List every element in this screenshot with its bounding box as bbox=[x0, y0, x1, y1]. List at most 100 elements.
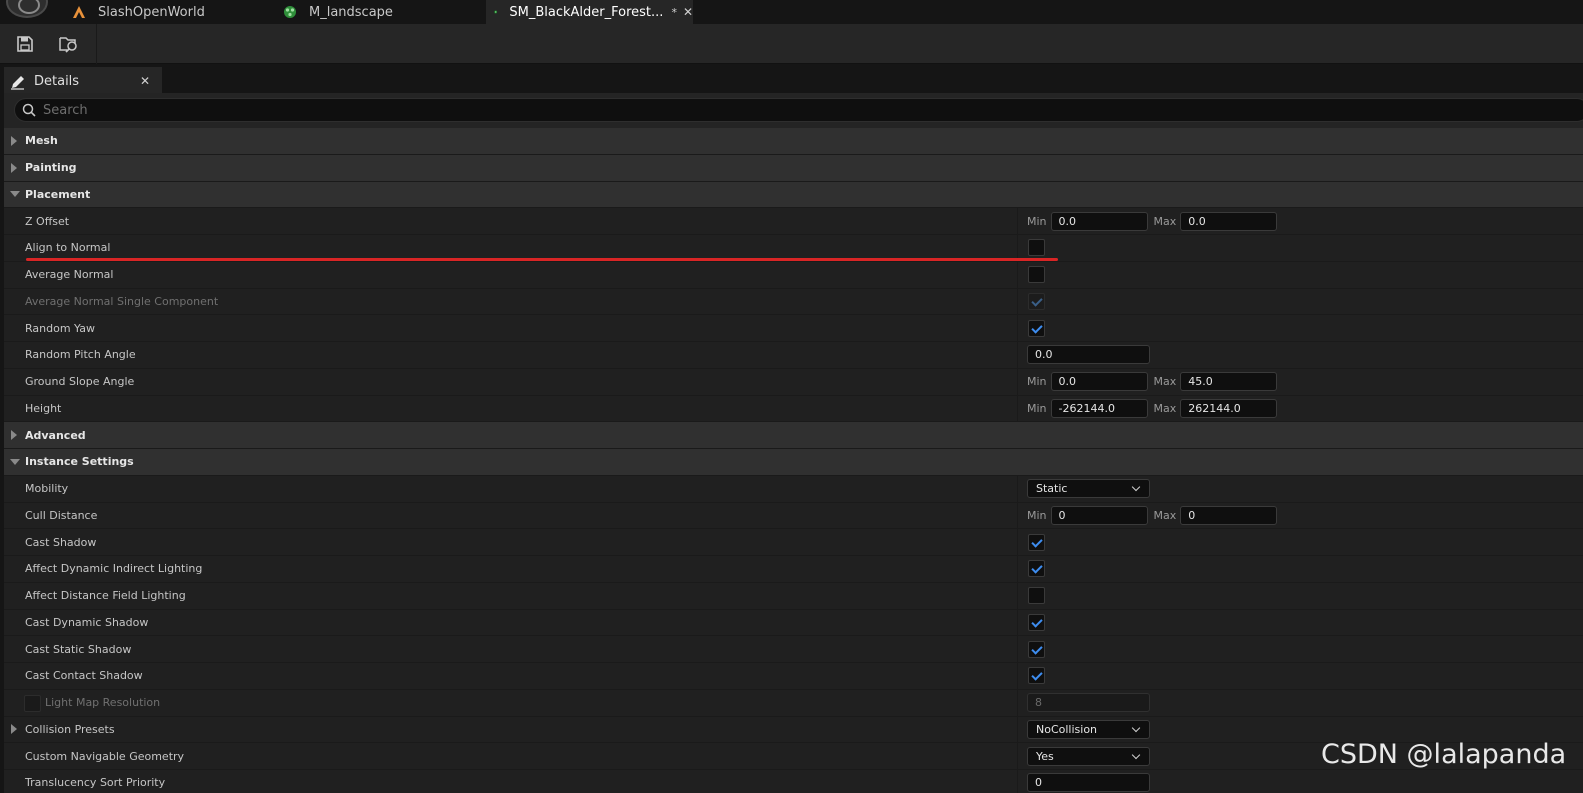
property-value: 8 bbox=[1027, 693, 1150, 713]
property-row-mobility: Mobility Static bbox=[4, 475, 1583, 503]
expand-arrow-right-icon[interactable] bbox=[11, 135, 17, 146]
checkbox[interactable] bbox=[1028, 587, 1045, 605]
value-input[interactable]: 0.0 bbox=[1027, 345, 1150, 365]
expand-arrow-right-icon[interactable] bbox=[11, 724, 17, 735]
save-button[interactable] bbox=[12, 32, 38, 56]
property-value: 0.0 bbox=[1027, 345, 1150, 365]
details-panel: MeshPaintingPlacementZ OffsetMin0.0Max0.… bbox=[4, 93, 1583, 793]
close-panel-icon[interactable]: ✕ bbox=[140, 74, 150, 88]
search-box[interactable] bbox=[14, 98, 1583, 122]
checkbox[interactable] bbox=[1028, 640, 1045, 658]
property-value bbox=[1027, 533, 1045, 551]
max-input[interactable]: 0.0 bbox=[1180, 211, 1278, 231]
min-input[interactable]: 0.0 bbox=[1050, 372, 1148, 392]
checkbox[interactable] bbox=[1028, 266, 1045, 284]
document-tab-bar: SlashOpenWorld M_landscape SM_BlackAlder… bbox=[0, 0, 1583, 24]
checkbox[interactable] bbox=[1028, 667, 1045, 685]
category-advanced[interactable]: Advanced bbox=[4, 422, 1583, 449]
category-painting[interactable]: Painting bbox=[4, 154, 1583, 182]
close-tab-icon[interactable]: ✕ bbox=[683, 5, 693, 19]
chevron-down-icon bbox=[1131, 750, 1141, 759]
material-icon bbox=[284, 6, 296, 18]
column-divider bbox=[1017, 663, 1018, 689]
selected-value: NoCollision bbox=[1036, 722, 1098, 736]
property-value bbox=[1027, 640, 1045, 658]
override-checkbox[interactable] bbox=[24, 694, 41, 712]
checkbox[interactable] bbox=[1028, 560, 1045, 578]
property-label: Mesh bbox=[25, 134, 58, 148]
min-input[interactable]: 0.0 bbox=[1050, 211, 1148, 231]
property-value: Yes bbox=[1027, 746, 1150, 766]
max-input[interactable]: 0 bbox=[1180, 505, 1278, 525]
category-mesh[interactable]: Mesh bbox=[4, 128, 1583, 155]
dropdown-select[interactable]: NoCollision bbox=[1027, 719, 1150, 739]
property-row-cast-contact-shadow: Cast Contact Shadow bbox=[4, 663, 1583, 690]
column-divider bbox=[1017, 288, 1018, 315]
column-divider bbox=[1017, 529, 1018, 555]
column-divider bbox=[1017, 609, 1018, 636]
selected-value: Static bbox=[1036, 482, 1068, 496]
property-row-cull-distance: Cull Distance Min 0 Max 0 bbox=[4, 502, 1583, 530]
property-value bbox=[1027, 560, 1045, 578]
property-label: Advanced bbox=[25, 428, 86, 442]
panel-tab-strip: Details ✕ bbox=[0, 64, 1583, 94]
max-input[interactable]: 262144.0 bbox=[1180, 398, 1278, 418]
property-value: Min 0.0 Max 0.0 bbox=[1027, 211, 1278, 231]
property-value: Min 0.0 Max 45.0 bbox=[1027, 372, 1278, 392]
column-divider bbox=[1017, 582, 1018, 609]
property-row-light-map-resolution: Light Map Resolution 8 bbox=[4, 689, 1583, 717]
tab-sm-blackalder[interactable]: SM_BlackAlder_Forest... * ✕ bbox=[486, 0, 693, 24]
value-input: 8 bbox=[1027, 693, 1150, 713]
tab-slash-open-world[interactable]: SlashOpenWorld bbox=[72, 0, 277, 24]
column-divider bbox=[1017, 770, 1018, 793]
tab-label: SlashOpenWorld bbox=[98, 4, 205, 20]
property-label: Painting bbox=[25, 161, 77, 175]
search-input[interactable] bbox=[43, 102, 1443, 118]
property-row-translucency-sort-priority: Translucency Sort Priority 0 bbox=[4, 770, 1583, 793]
expand-arrow-down-icon[interactable] bbox=[10, 191, 20, 198]
expand-arrow-down-icon[interactable] bbox=[10, 458, 20, 465]
checkbox[interactable] bbox=[1028, 533, 1045, 551]
property-row-average-normal: Average Normal bbox=[4, 261, 1583, 289]
category-placement[interactable]: Placement bbox=[4, 181, 1583, 209]
expand-arrow-right-icon[interactable] bbox=[11, 162, 17, 173]
property-label: Instance Settings bbox=[25, 455, 134, 469]
column-divider bbox=[1017, 342, 1018, 368]
column-divider bbox=[1017, 743, 1018, 769]
column-divider bbox=[1017, 502, 1018, 529]
category-instance-settings[interactable]: Instance Settings bbox=[4, 449, 1583, 476]
tab-m-landscape[interactable]: M_landscape bbox=[283, 0, 485, 24]
checkbox[interactable] bbox=[1028, 613, 1045, 631]
property-row-average-normal-single-component: Average Normal Single Component bbox=[4, 288, 1583, 316]
value-input[interactable]: 0 bbox=[1027, 773, 1150, 793]
min-label: Min bbox=[1027, 401, 1047, 415]
property-label: Random Pitch Angle bbox=[25, 348, 136, 362]
browse-asset-button[interactable] bbox=[56, 32, 82, 56]
checkbox[interactable] bbox=[1028, 319, 1045, 337]
property-label: Cast Dynamic Shadow bbox=[25, 615, 149, 629]
property-label: Cull Distance bbox=[25, 508, 98, 522]
property-value: NoCollision bbox=[1027, 719, 1150, 739]
max-label: Max bbox=[1153, 375, 1177, 389]
max-input[interactable]: 45.0 bbox=[1180, 372, 1278, 392]
toolbar-separator bbox=[96, 24, 97, 64]
expand-arrow-right-icon[interactable] bbox=[11, 430, 17, 441]
min-label: Min bbox=[1027, 508, 1047, 522]
min-input[interactable]: -262144.0 bbox=[1050, 398, 1148, 418]
property-row-random-pitch-angle: Random Pitch Angle 0.0 bbox=[4, 342, 1583, 369]
property-row-affect-distance-field-lighting: Affect Distance Field Lighting bbox=[4, 582, 1583, 610]
foliage-icon bbox=[494, 10, 498, 14]
property-value: Min -262144.0 Max 262144.0 bbox=[1027, 398, 1278, 418]
checkbox bbox=[1028, 292, 1045, 310]
min-input[interactable]: 0 bbox=[1050, 505, 1148, 525]
tab-details[interactable]: Details ✕ bbox=[4, 67, 162, 94]
dropdown-select[interactable]: Static bbox=[1027, 479, 1150, 499]
unreal-logo-icon[interactable] bbox=[6, 0, 48, 18]
dropdown-select[interactable]: Yes bbox=[1027, 746, 1150, 766]
property-value bbox=[1027, 292, 1045, 310]
property-label: Placement bbox=[25, 187, 91, 201]
column-divider bbox=[1017, 689, 1018, 716]
checkbox[interactable] bbox=[1028, 239, 1045, 257]
selected-value: Yes bbox=[1036, 749, 1054, 763]
watermark: CSDN @lalapanda bbox=[1321, 739, 1567, 770]
